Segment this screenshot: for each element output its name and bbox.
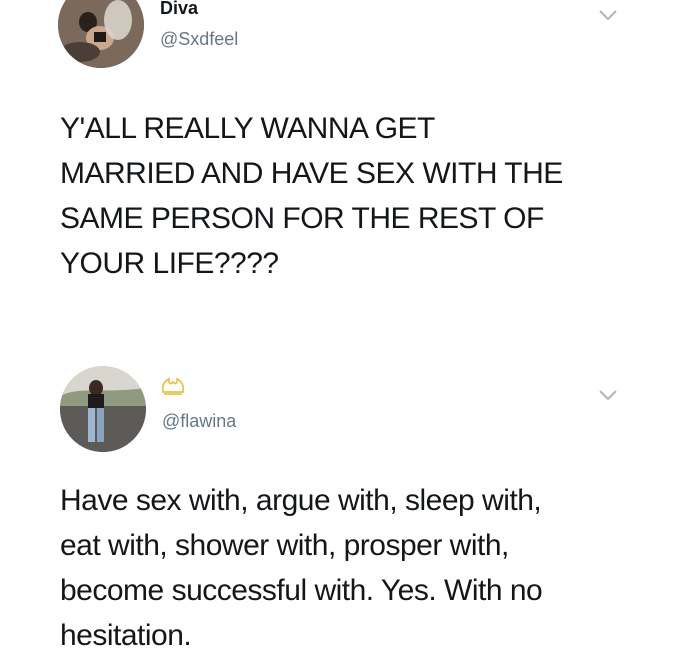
crown-icon bbox=[161, 377, 185, 395]
tweet: Diva @Sxdfeel Y'ALL REALLY WANNA GET MAR… bbox=[0, 0, 700, 330]
avatar[interactable] bbox=[60, 366, 146, 452]
tweet-text: Have sex with, argue with, sleep with, e… bbox=[60, 484, 543, 652]
tweet: @flawina Have sex with, argue with, slee… bbox=[0, 360, 700, 672]
chevron-down-icon[interactable] bbox=[598, 8, 618, 22]
avatar[interactable] bbox=[58, 0, 144, 68]
chevron-down-icon[interactable] bbox=[598, 388, 618, 402]
user-handle[interactable]: @Sxdfeel bbox=[160, 29, 238, 50]
display-name[interactable]: Diva bbox=[160, 0, 198, 19]
avatar-photo bbox=[60, 366, 146, 452]
user-handle[interactable]: @flawina bbox=[162, 411, 236, 432]
tweet-text: Y'ALL REALLY WANNA GET MARRIED AND HAVE … bbox=[60, 112, 563, 280]
avatar-photo bbox=[58, 0, 144, 68]
